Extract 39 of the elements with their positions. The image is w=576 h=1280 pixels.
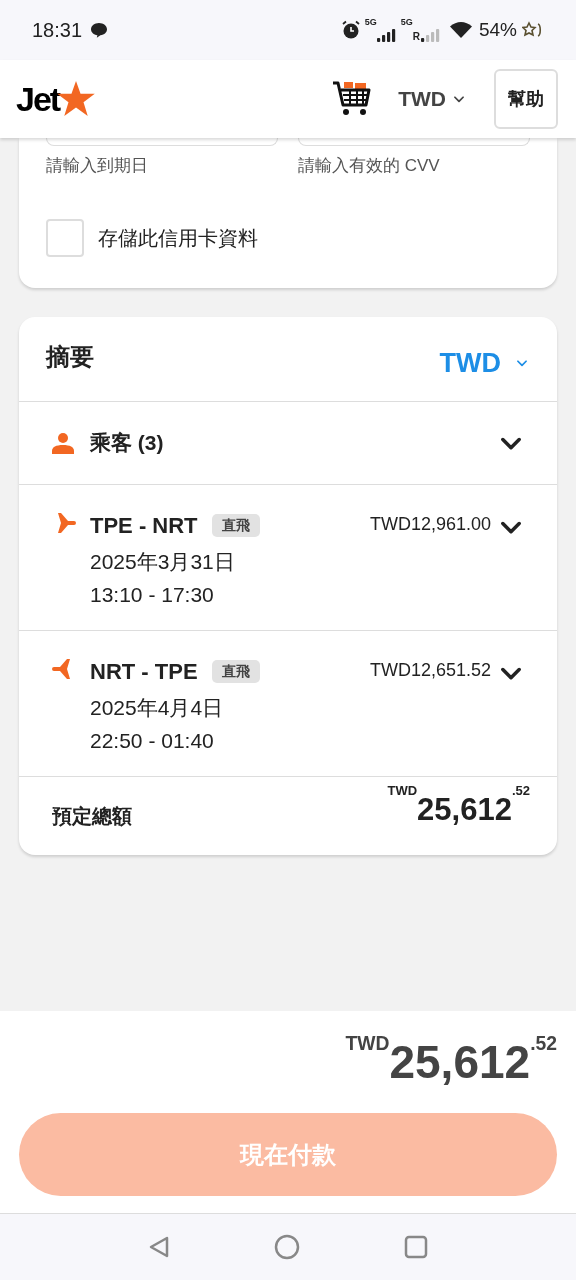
route-label: TPE - NRT xyxy=(90,511,198,540)
signal-icon xyxy=(376,26,397,42)
flight-time: 13:10 - 17:30 xyxy=(90,581,215,608)
network-label: 5G xyxy=(400,18,413,27)
passenger-row[interactable]: 乘客 (3) xyxy=(19,401,557,485)
flight-row[interactable]: NRT - TPE 直飛 2025年4月4日 22:50 - 01:40 TWD12,651.52 xyxy=(19,630,557,777)
alarm-icon xyxy=(340,20,361,40)
battery-percent: 54% xyxy=(478,17,517,42)
roaming-label: R xyxy=(412,32,420,42)
flight-time: 22:50 - 01:40 xyxy=(90,727,215,754)
error-message: 請輸入到期日 xyxy=(46,155,149,177)
checkbox-label: 存儲此信用卡資料 xyxy=(98,225,258,251)
error-message: 請輸入有效的 CVV xyxy=(298,155,441,177)
home-icon[interactable] xyxy=(274,1234,300,1260)
status-time: 18:31 xyxy=(32,18,83,43)
direct-badge: 直飛 xyxy=(211,513,260,537)
flight-date: 2025年3月31日 xyxy=(90,548,236,575)
currency-selector[interactable]: TWD xyxy=(398,83,466,115)
flight-price: TWD12,651.52 xyxy=(369,658,491,682)
battery-saver-icon xyxy=(522,21,544,39)
passenger-label: 乘客 (3) xyxy=(90,429,165,456)
help-button[interactable]: 幫助 xyxy=(494,69,558,129)
wifi-icon xyxy=(448,21,473,39)
signal-icon xyxy=(420,26,441,42)
flight-price: TWD12,961.00 xyxy=(369,512,491,536)
recents-icon[interactable] xyxy=(404,1235,428,1259)
network-label: 5G xyxy=(364,18,377,27)
total-amount: $^{TWD}$25,612$^{.52}$ xyxy=(387,787,530,830)
chat-app-icon xyxy=(90,22,109,38)
direct-badge: 直飛 xyxy=(211,659,260,683)
checkbox[interactable] xyxy=(46,218,84,257)
total-label: 預定總額 xyxy=(52,803,132,829)
route-label: NRT - TPE xyxy=(90,657,198,686)
summary-title: 摘要 xyxy=(46,341,94,372)
logo-text: Jet xyxy=(16,78,60,120)
flight-date: 2025年4月4日 xyxy=(90,694,225,721)
person-icon xyxy=(52,431,74,454)
flight-row[interactable]: TPE - NRT 直飛 2025年3月31日 13:10 - 17:30 TWD12,961.00 xyxy=(19,484,557,631)
back-icon[interactable] xyxy=(148,1235,170,1259)
